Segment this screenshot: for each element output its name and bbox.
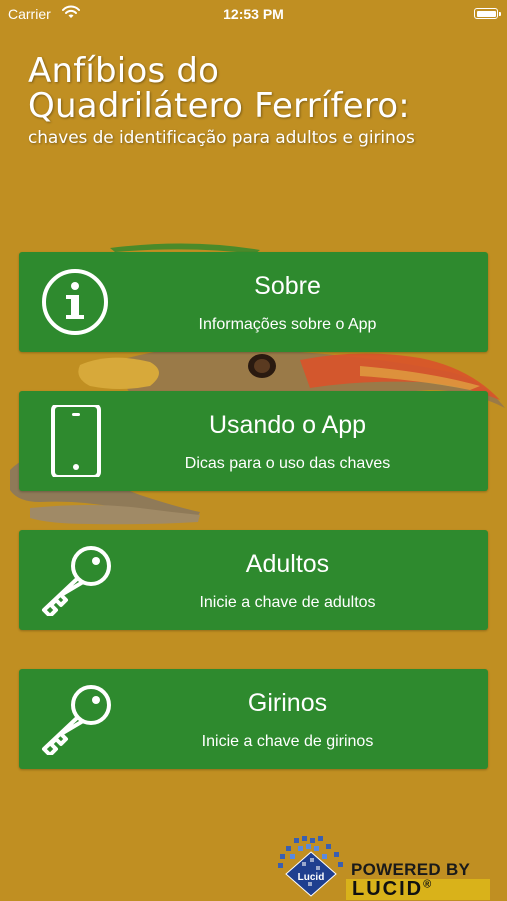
using-app-button[interactable]: Usando o App Dicas para o uso das chaves [19,391,488,491]
adults-title: Adultos [245,550,330,578]
powered-by-label: POWERED BY [351,860,471,879]
app-title: Anfíbios do Quadrilátero Ferrífero: chav… [28,54,415,150]
title-line-1: Anfíbios do [28,51,220,91]
about-title: Sobre [254,272,321,300]
clock: 12:53 PM [223,6,284,22]
about-button[interactable]: Sobre Informações sobre o App [19,252,488,352]
lucid-brand-text: LUCID [352,878,424,900]
lucid-brand-name: LUCID® [352,878,433,901]
tadpoles-title: Girinos [247,689,328,717]
battery-icon [474,8,501,19]
using-app-title: Usando o App [208,411,367,439]
registered-mark: ® [423,878,434,891]
about-description: Informações sobre o App [198,316,377,333]
adults-description: Inicie a chave de adultos [199,594,376,611]
status-bar: Carrier 12:53 PM [0,0,507,28]
app-subtitle: chaves de identificação para adultos e g… [28,128,415,148]
lucid-logo-icon: Lucid [278,836,343,897]
adults-button[interactable]: Adultos Inicie a chave de adultos [19,530,488,630]
powered-by-lucid[interactable]: Lucid POWERED BY LUCID® [272,836,492,900]
lucid-logo-text: Lucid [298,872,325,883]
tadpoles-button[interactable]: Girinos Inicie a chave de girinos [19,669,488,769]
tadpoles-description: Inicie a chave de girinos [201,733,374,750]
using-app-description: Dicas para o uso das chaves [184,455,391,472]
title-line-2: Quadrilátero Ferrífero: [28,86,410,126]
